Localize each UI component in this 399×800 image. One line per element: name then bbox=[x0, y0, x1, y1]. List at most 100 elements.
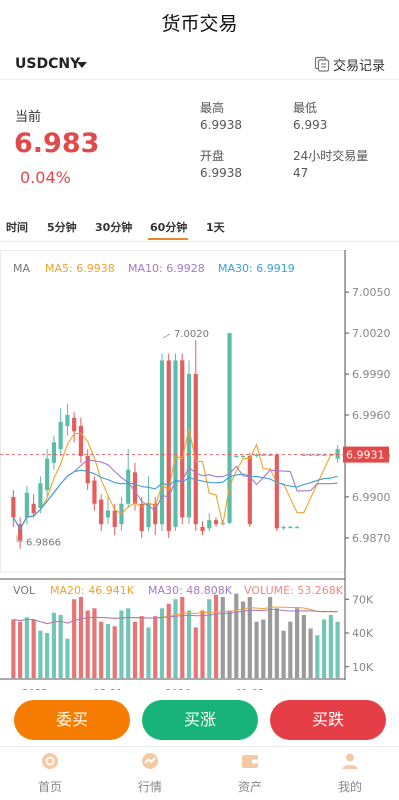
tabbar-label-home: 首页 bbox=[37, 780, 62, 794]
candle-body bbox=[78, 425, 84, 456]
y-tick-label: 6.9960 bbox=[352, 409, 391, 422]
buy-up-button[interactable]: 买涨 bbox=[142, 700, 258, 740]
profile-icon bbox=[342, 753, 358, 769]
tabbar-item-assets[interactable]: 资产 bbox=[220, 751, 280, 795]
kline-chart-svg[interactable]: 7.00507.00206.99906.99606.99306.99006.98… bbox=[0, 250, 399, 690]
current-label: 当前 bbox=[15, 110, 42, 125]
x-tick-label: 2026 bbox=[165, 688, 190, 690]
stat-low: 最低 6.993 bbox=[293, 100, 327, 134]
volume-bar bbox=[119, 610, 124, 678]
volume-bar bbox=[186, 610, 192, 678]
volume-bar bbox=[58, 615, 63, 678]
interval-tabs: 时间 5分钟 30分钟 60分钟 1天 bbox=[0, 212, 399, 242]
volume-bar bbox=[247, 597, 252, 678]
tabbar-item-market[interactable]: 行情 bbox=[120, 751, 180, 795]
market-icon bbox=[142, 753, 158, 769]
volume-bar bbox=[180, 597, 185, 678]
max-price-label: 7.0020 bbox=[174, 329, 209, 340]
candle-body bbox=[126, 469, 131, 504]
candle-body bbox=[11, 496, 16, 518]
trade-records-label: 交易记录 bbox=[332, 58, 385, 74]
kline-chart[interactable]: 7.00507.00206.99906.99606.99306.99006.98… bbox=[0, 250, 399, 690]
volume-bar bbox=[220, 597, 225, 678]
high-value: 6.9938 bbox=[200, 118, 242, 132]
volume-bar bbox=[139, 616, 144, 678]
volume-bar bbox=[213, 594, 219, 678]
volume-bar bbox=[92, 608, 97, 678]
volume-bar bbox=[146, 627, 151, 678]
candle-body bbox=[207, 520, 212, 529]
y-tick-label: 7.0020 bbox=[352, 327, 391, 340]
candle-body bbox=[288, 526, 293, 529]
candle-body bbox=[92, 480, 97, 504]
candle-body bbox=[139, 503, 144, 532]
candle-body bbox=[65, 415, 70, 426]
volume-bar bbox=[78, 597, 84, 678]
candle-body bbox=[72, 417, 77, 432]
candle-body bbox=[105, 510, 111, 518]
open-label: 开盘 bbox=[200, 149, 225, 163]
trade-actions: 委买 买涨 买跌 bbox=[0, 700, 399, 740]
records-icon bbox=[314, 56, 330, 72]
tabbar-label-assets: 资产 bbox=[237, 780, 262, 794]
tabbar-item-profile[interactable]: 我的 bbox=[320, 751, 380, 795]
tab-5min[interactable]: 5分钟 bbox=[47, 219, 77, 235]
candle-body bbox=[213, 520, 219, 525]
x-tick-label: 12-31 bbox=[93, 688, 122, 690]
tabbar-label-market: 行情 bbox=[137, 780, 162, 794]
volume-bar bbox=[18, 621, 23, 678]
last-price-label: 6.9931 bbox=[346, 449, 385, 462]
pair-selector[interactable]: USDCNY bbox=[15, 56, 80, 72]
quote-panel: 当前 6.983 0.04% 最高 6.9938 最低 6.993 开盘 6.9… bbox=[0, 96, 399, 196]
vol-tick-label: 10K bbox=[352, 661, 374, 674]
tab-30min[interactable]: 30分钟 bbox=[95, 219, 132, 235]
volume-bar bbox=[288, 621, 293, 678]
caret-down-icon[interactable] bbox=[77, 62, 87, 68]
bottom-tab-bar: 首页 行情 资产 我的 bbox=[0, 746, 399, 800]
high-label: 最高 bbox=[200, 101, 225, 115]
volume-bar bbox=[105, 624, 111, 678]
tab-1day[interactable]: 1天 bbox=[206, 219, 225, 235]
candle-body bbox=[24, 492, 29, 518]
tab-time[interactable]: 时间 bbox=[6, 219, 28, 235]
volume-bar bbox=[85, 610, 90, 678]
wallet-icon bbox=[242, 755, 258, 768]
vol-tick-label: 40K bbox=[352, 627, 374, 640]
volume-bar bbox=[261, 619, 266, 678]
volume-bar bbox=[315, 635, 320, 678]
y-tick-label: 6.9990 bbox=[352, 368, 391, 381]
entrust-buy-button[interactable]: 委买 bbox=[14, 700, 130, 740]
volume-bar bbox=[166, 603, 171, 678]
volume-bar bbox=[207, 599, 212, 678]
stat-open: 开盘 6.9938 bbox=[200, 148, 242, 182]
max-marker-line bbox=[162, 333, 171, 339]
ma-legend-label: MA bbox=[13, 262, 30, 275]
volume-bar bbox=[254, 621, 259, 678]
volume-bar bbox=[328, 615, 333, 678]
tabbar-item-home[interactable]: 首页 bbox=[20, 751, 80, 795]
candle-body bbox=[51, 442, 57, 463]
volume-bar bbox=[38, 630, 43, 678]
volume-bar bbox=[335, 621, 340, 678]
vol-legend-label: VOL bbox=[13, 584, 36, 597]
vol-ma30-legend: MA30: 48.808K bbox=[148, 584, 233, 597]
open-value: 6.9938 bbox=[200, 166, 242, 180]
min-price-label: 6.9866 bbox=[26, 537, 61, 548]
candle-body bbox=[45, 458, 50, 491]
buy-down-button[interactable]: 买跌 bbox=[270, 700, 386, 740]
candle-body bbox=[294, 526, 300, 529]
volume-bar bbox=[200, 610, 205, 678]
page-title: 货币交易 bbox=[161, 13, 238, 35]
volume-bar bbox=[227, 610, 232, 678]
vol-tick-label: 70K bbox=[352, 593, 374, 606]
x-tick-label: 2025 bbox=[22, 688, 47, 690]
tab-60min[interactable]: 60分钟 bbox=[150, 219, 187, 235]
current-price: 6.983 bbox=[14, 128, 100, 159]
trade-records-link[interactable]: 交易记录 bbox=[314, 54, 385, 74]
candle-body bbox=[58, 421, 63, 450]
candle-body bbox=[173, 360, 178, 527]
low-label: 最低 bbox=[293, 101, 318, 115]
candle-body bbox=[99, 499, 104, 525]
volume-legend: VOLUME: 53.268K bbox=[244, 584, 344, 597]
vol-ma20-legend: MA20: 46.941K bbox=[50, 584, 135, 597]
